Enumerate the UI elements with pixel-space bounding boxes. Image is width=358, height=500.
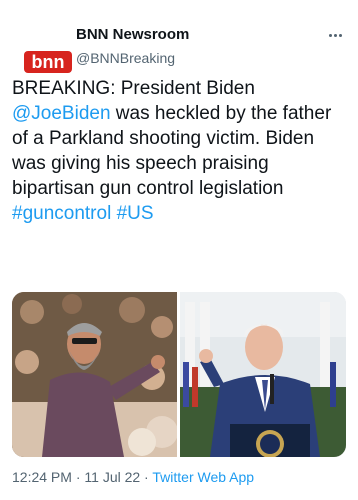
tweet-text-part: BREAKING: President Biden [12, 78, 255, 99]
meta-separator: · [140, 469, 153, 485]
hashtag-link-us[interactable]: #US [117, 203, 154, 224]
tweet-date[interactable]: 11 Jul 22 [84, 469, 140, 485]
bnn-logo-icon: bnn [24, 51, 72, 73]
account-avatar[interactable]: bnn [10, 20, 72, 73]
tweet-meta: 12:24 PM · 11 Jul 22 · Twitter Web App [12, 469, 254, 485]
account-handle[interactable]: @BNNBreaking [76, 50, 175, 66]
tweet-header: bnn BNN Newsroom @BNNBreaking [0, 0, 358, 73]
tweet-text: BREAKING: President Biden @JoeBiden was … [12, 76, 348, 226]
account-name[interactable]: BNN Newsroom [76, 26, 189, 43]
photo-heckler-illustration [12, 292, 177, 457]
media-photo-biden[interactable] [180, 292, 346, 457]
mention-link[interactable]: @JoeBiden [12, 103, 111, 124]
hashtag-link-guncontrol[interactable]: #guncontrol [12, 203, 111, 224]
tweet-media [12, 292, 346, 457]
media-photo-heckler[interactable] [12, 292, 177, 457]
tweet-time[interactable]: 12:24 PM [12, 469, 72, 485]
more-options-icon[interactable] [326, 26, 344, 44]
meta-separator: · [71, 469, 85, 485]
tweet-source-app[interactable]: Twitter Web App [152, 469, 254, 485]
photo-biden-illustration [180, 292, 346, 457]
